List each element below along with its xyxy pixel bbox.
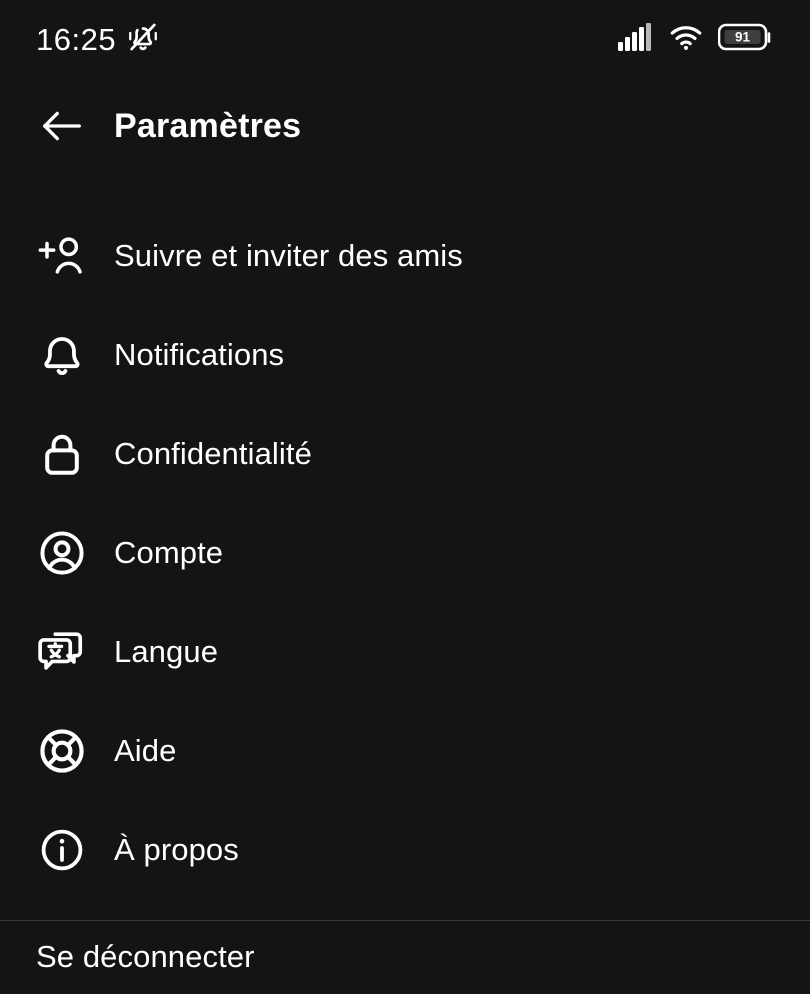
status-bar-left: 16:25	[36, 20, 160, 59]
wifi-icon	[668, 23, 704, 56]
info-circle-icon	[36, 824, 88, 876]
person-add-icon	[36, 230, 88, 282]
account-circle-icon	[36, 527, 88, 579]
settings-item-privacy[interactable]: Confidentialité	[0, 404, 810, 503]
bell-muted-icon	[126, 20, 160, 59]
settings-screen: 16:25 91 Paramètres Suivre et inviter de…	[0, 0, 810, 994]
cellular-signal-icon	[618, 22, 654, 56]
settings-list: Suivre et inviter des amis Notifications…	[0, 174, 810, 899]
settings-item-label: Aide	[114, 732, 177, 768]
settings-item-label: À propos	[114, 831, 239, 867]
settings-item-label: Notifications	[114, 336, 285, 372]
settings-item-about[interactable]: À propos	[0, 800, 810, 899]
bell-icon	[36, 329, 88, 381]
settings-item-language[interactable]: Langue	[0, 602, 810, 701]
status-bar-right: 91	[618, 22, 774, 57]
settings-item-label: Confidentialité	[114, 435, 312, 471]
lifebuoy-icon	[36, 725, 88, 777]
logout-label: Se déconnecter	[36, 939, 255, 975]
back-arrow-icon[interactable]	[36, 100, 88, 152]
settings-item-label: Langue	[114, 633, 219, 669]
app-bar: Paramètres	[0, 78, 810, 174]
status-bar: 16:25 91	[0, 0, 810, 78]
logout-button[interactable]: Se déconnecter	[0, 921, 810, 994]
settings-item-label: Compte	[114, 534, 224, 570]
page-title: Paramètres	[114, 106, 302, 145]
lock-icon	[36, 428, 88, 480]
settings-item-label: Suivre et inviter des amis	[114, 237, 463, 273]
settings-item-account[interactable]: Compte	[0, 503, 810, 602]
battery-icon: 91	[717, 22, 774, 57]
settings-item-notifications[interactable]: Notifications	[0, 305, 810, 404]
translate-icon	[36, 626, 88, 678]
settings-item-help[interactable]: Aide	[0, 701, 810, 800]
settings-item-follow-invite-friends[interactable]: Suivre et inviter des amis	[0, 206, 810, 305]
status-bar-clock: 16:25	[36, 21, 117, 57]
battery-level-label: 91	[735, 29, 751, 44]
